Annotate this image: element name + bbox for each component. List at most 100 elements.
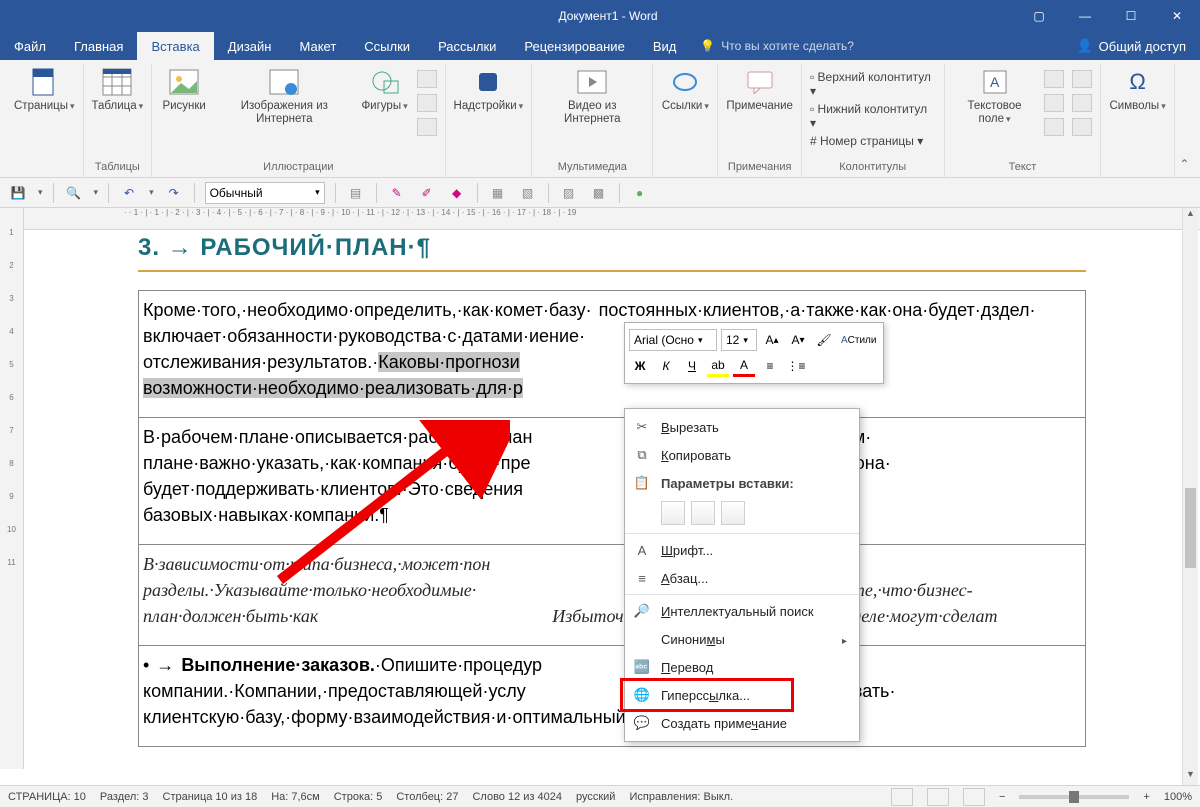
illustrations-mini[interactable] [417,66,437,136]
qat-btn7[interactable]: ▨ [559,183,579,203]
bullets-button[interactable]: ≡ [759,355,781,377]
ctx-new-comment[interactable]: 💬Создать примечание [625,709,859,737]
translate-icon: 🔤 [633,659,651,675]
comment-button[interactable]: Примечание [726,66,793,113]
qat-btn1[interactable]: ▤ [346,183,366,203]
tab-layout[interactable]: Макет [285,32,350,60]
underline-button[interactable]: Ч [681,355,703,377]
chart-icon[interactable] [417,94,437,112]
status-at[interactable]: На: 7,6см [271,791,320,803]
shapes-button[interactable]: Фигуры [361,66,409,113]
qat-btn9[interactable]: ● [630,183,650,203]
ribbon-display-icon[interactable]: ▢ [1016,0,1062,32]
scroll-down-icon[interactable]: ▼ [1183,769,1198,785]
ctx-synonyms[interactable]: Синонимы [625,625,859,653]
tell-me-search[interactable]: 💡Что вы хотите сделать? [690,32,864,60]
redo-icon[interactable]: ↷ [164,183,184,203]
grow-font-icon[interactable]: A▴ [761,329,783,351]
ctx-translate[interactable]: 🔤Перевод [625,653,859,681]
qat-btn2[interactable]: ✎ [387,183,407,203]
links-button[interactable]: Ссылки [661,66,709,113]
qat-btn3[interactable]: ✐ [417,183,437,203]
tab-design[interactable]: Дизайн [214,32,286,60]
style-combo[interactable]: Обычный▾ [205,182,325,204]
document-page[interactable]: 3. → РАБОЧИЙ·ПЛАН·¶ Кроме·того,·необходи… [124,234,1100,764]
styles-button[interactable]: AСтили [839,329,878,351]
share-button[interactable]: 👤Общий доступ [1062,32,1200,60]
qat-btn6[interactable]: ▧ [518,183,538,203]
status-pageof[interactable]: Страница 10 из 18 [163,791,258,803]
addins-button[interactable]: Надстройки [454,66,524,113]
status-section[interactable]: Раздел: 3 [100,791,149,803]
status-track[interactable]: Исправления: Выкл. [629,791,733,803]
text-mini[interactable] [1044,66,1064,136]
symbols-button[interactable]: ΩСимволы [1109,66,1165,113]
qat-btn8[interactable]: ▩ [589,183,609,203]
pictures-button[interactable]: Рисунки [160,66,208,113]
highlight-button[interactable]: ab [707,355,729,377]
vertical-scrollbar[interactable]: ▲ ▼ [1182,208,1198,785]
scroll-up-icon[interactable]: ▲ [1183,208,1198,224]
ctx-copy[interactable]: ⧉Копировать [625,441,859,469]
online-picture-icon [268,66,300,98]
close-icon[interactable]: ✕ [1154,0,1200,32]
paragraph-3: В·зависимости·от·типа·бизнеса,·может·пон… [143,551,1081,629]
text-mini2[interactable] [1072,66,1092,136]
screenshot-icon[interactable] [417,118,437,136]
paste-text-only-icon[interactable] [721,501,745,525]
undo-icon[interactable]: ↶ [119,183,139,203]
zoom-value[interactable]: 100% [1164,791,1192,803]
view-read-icon[interactable] [891,788,913,806]
font-color-button[interactable]: A [733,355,755,377]
tab-file[interactable]: Файл [0,32,60,60]
status-col[interactable]: Столбец: 27 [396,791,458,803]
maximize-icon[interactable]: ☐ [1108,0,1154,32]
textbox-button[interactable]: AТекстовое поле [953,66,1037,126]
view-print-icon[interactable] [927,788,949,806]
tab-mailings[interactable]: Рассылки [424,32,510,60]
page-icon [28,66,60,98]
status-words[interactable]: Слово 12 из 4024 [472,791,562,803]
footer-button[interactable]: ▫ Нижний колонтитул ▾ [810,102,936,130]
qat-btn5[interactable]: ▦ [488,183,508,203]
minimize-icon[interactable]: — [1062,0,1108,32]
collapse-ribbon-icon[interactable]: ⌃ [1175,64,1194,177]
zoom-in-icon[interactable]: + [1143,791,1149,803]
ctx-paragraph[interactable]: ≡Абзац... [625,564,859,592]
italic-button[interactable]: К [655,355,677,377]
qat-btn4[interactable]: ◆ [447,183,467,203]
online-pictures-button[interactable]: Изображения из Интернета [216,66,352,126]
zoom-out-icon[interactable]: − [999,791,1005,803]
fontsize-combo[interactable]: 12▾ [721,329,757,351]
paste-merge-icon[interactable] [691,501,715,525]
tab-references[interactable]: Ссылки [350,32,424,60]
ctx-smart-lookup[interactable]: 🔎Интеллектуальный поиск [625,597,859,625]
view-web-icon[interactable] [963,788,985,806]
find-icon[interactable]: 🔍 [64,183,84,203]
table-button[interactable]: Таблица [92,66,144,113]
bold-button[interactable]: Ж [629,355,651,377]
tab-view[interactable]: Вид [639,32,691,60]
online-video-button[interactable]: Видео из Интернета [540,66,644,126]
scroll-thumb[interactable] [1185,488,1196,568]
paste-keep-source-icon[interactable] [661,501,685,525]
header-button[interactable]: ▫ Верхний колонтитул ▾ [810,70,936,98]
format-painter-icon[interactable]: 🖌 [813,329,835,351]
page-number-button[interactable]: # Номер страницы ▾ [810,134,923,148]
tab-insert[interactable]: Вставка [137,32,213,60]
shrink-font-icon[interactable]: A▾ [787,329,809,351]
font-combo[interactable]: Arial (Осно▾ [629,329,717,351]
tab-review[interactable]: Рецензирование [510,32,638,60]
numbering-button[interactable]: ⋮≡ [785,355,807,377]
ctx-cut[interactable]: ✂Вырезать [625,413,859,441]
ctx-font[interactable]: AШрифт... [625,536,859,564]
pages-button[interactable]: Страницы [14,66,75,113]
smartart-icon[interactable] [417,70,437,88]
status-page[interactable]: СТРАНИЦА: 10 [8,791,86,803]
status-lang[interactable]: русский [576,791,615,803]
tab-home[interactable]: Главная [60,32,137,60]
ctx-hyperlink[interactable]: 🌐Гиперссылка... [625,681,859,709]
save-icon[interactable]: 💾 [8,183,28,203]
zoom-slider[interactable] [1019,795,1129,799]
status-line[interactable]: Строка: 5 [334,791,383,803]
